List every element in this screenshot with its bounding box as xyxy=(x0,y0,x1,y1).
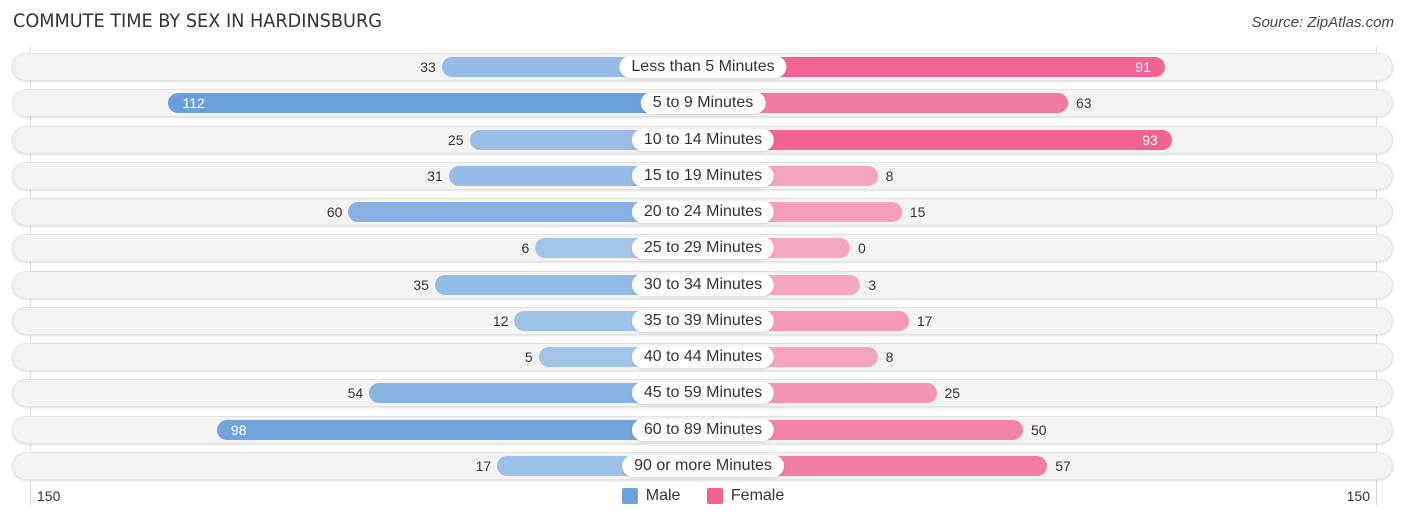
chart-row: 35 3 30 to 34 Minutes xyxy=(12,270,1393,299)
value-label-male: 98 xyxy=(230,421,247,438)
value-label-male: 35 xyxy=(413,276,429,293)
chart-row: 25 93 10 to 14 Minutes xyxy=(12,125,1393,154)
legend-label-male: Male xyxy=(645,487,681,504)
value-label-male: 12 xyxy=(492,312,509,329)
category-label: 40 to 44 Minutes xyxy=(631,346,775,368)
category-label: 25 to 29 Minutes xyxy=(631,237,775,260)
category-label: 30 to 34 Minutes xyxy=(631,273,775,296)
value-label-male: 33 xyxy=(420,59,436,75)
category-label: 10 to 14 Minutes xyxy=(631,128,775,151)
value-label-female: 8 xyxy=(885,349,894,365)
value-label-male: 60 xyxy=(326,204,343,220)
value-label-female: 63 xyxy=(1075,95,1092,112)
value-label-female: 25 xyxy=(944,385,961,402)
category-label: 90 or more Minutes xyxy=(622,454,784,477)
value-label-female: 50 xyxy=(1031,421,1047,438)
category-label: 15 to 19 Minutes xyxy=(631,164,775,187)
chart-row: 33 91 Less than 5 Minutes xyxy=(12,53,1393,81)
category-label: 20 to 24 Minutes xyxy=(631,201,775,223)
bar-male[interactable] xyxy=(216,419,703,440)
chart-row: 112 63 5 to 9 Minutes xyxy=(12,89,1393,118)
value-label-female: 91 xyxy=(1135,59,1151,75)
value-label-female: 3 xyxy=(868,276,877,293)
legend-swatch-male xyxy=(621,488,638,504)
chart-row: 17 57 90 or more Minutes xyxy=(12,451,1393,480)
value-label-female: 93 xyxy=(1142,131,1158,148)
bar-male[interactable] xyxy=(168,93,703,114)
category-label: 35 to 39 Minutes xyxy=(631,309,775,332)
chart-row: 5 8 40 to 44 Minutes xyxy=(12,343,1393,371)
category-label: 45 to 59 Minutes xyxy=(631,382,775,405)
value-label-female: 0 xyxy=(858,240,866,257)
value-label-male: 112 xyxy=(182,95,205,112)
legend-item-female[interactable]: Female xyxy=(706,487,785,505)
chart-row: 6 0 25 to 29 Minutes xyxy=(12,234,1393,263)
legend: Male Female xyxy=(0,487,1406,509)
chart-row: 31 8 15 to 19 Minutes xyxy=(12,161,1393,190)
chart-row: 60 15 20 to 24 Minutes xyxy=(12,198,1393,226)
category-label: 5 to 9 Minutes xyxy=(640,92,766,115)
chart-row: 54 25 45 to 59 Minutes xyxy=(12,379,1393,408)
diverging-bar-chart: 33 91 Less than 5 Minutes 112 63 5 to 9 Minut… xyxy=(0,0,1406,522)
value-label-male: 31 xyxy=(427,167,443,184)
value-label-female: 17 xyxy=(916,312,933,329)
category-label: 60 to 89 Minutes xyxy=(631,418,775,441)
value-label-female: 8 xyxy=(885,167,894,184)
value-label-male: 6 xyxy=(521,240,530,257)
value-label-female: 57 xyxy=(1055,457,1071,474)
value-label-male: 54 xyxy=(347,385,364,402)
value-label-male: 25 xyxy=(447,131,464,148)
value-label-male: 17 xyxy=(475,457,492,474)
legend-swatch-female xyxy=(706,488,723,504)
value-label-female: 15 xyxy=(909,204,926,220)
legend-label-female: Female xyxy=(730,487,785,504)
legend-item-male[interactable]: Male xyxy=(621,487,681,505)
category-label: Less than 5 Minutes xyxy=(619,56,787,78)
chart-row: 98 50 60 to 89 Minutes xyxy=(12,415,1393,444)
value-label-male: 5 xyxy=(524,349,533,365)
chart-row: 12 17 35 to 39 Minutes xyxy=(12,306,1393,335)
